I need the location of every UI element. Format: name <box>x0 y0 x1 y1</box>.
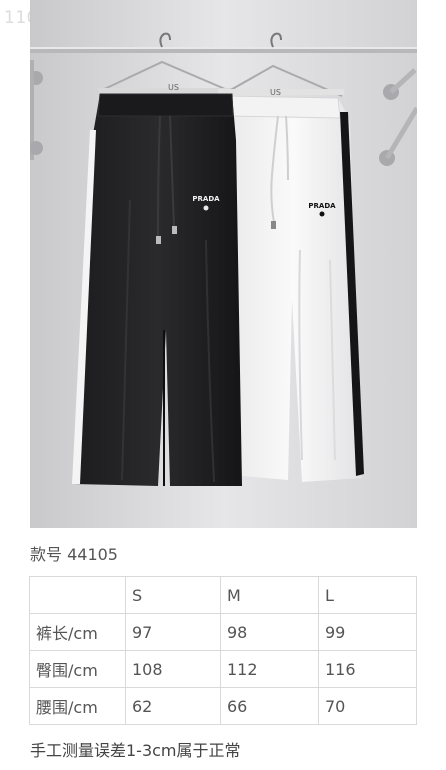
size-table-header-cell: S <box>125 576 221 614</box>
product-photo: US US PRADA PRADA <box>30 0 417 528</box>
hanger-tag-white: US <box>270 88 281 97</box>
size-table-header-cell: L <box>318 576 417 614</box>
table-cell: 66 <box>220 687 319 725</box>
style-number: 款号 44105 <box>30 545 118 564</box>
hanger-tag-black: US <box>168 83 179 92</box>
table-row: 裤长/cm 97 98 99 <box>29 613 417 651</box>
size-table-header-row: S M L <box>29 576 417 614</box>
table-cell: 99 <box>318 613 417 651</box>
table-cell: 116 <box>318 650 417 688</box>
black-trousers: PRADA <box>72 93 242 486</box>
size-table-header-cell <box>29 576 126 614</box>
size-table: S M L 裤长/cm 97 98 99 臀围/cm 108 112 116 腰… <box>29 576 417 725</box>
row-label: 腰围/cm <box>29 687 126 725</box>
black-trousers-logo: PRADA <box>192 195 220 203</box>
table-cell: 97 <box>125 613 221 651</box>
row-label: 臀围/cm <box>29 650 126 688</box>
table-cell: 112 <box>220 650 319 688</box>
table-cell: 98 <box>220 613 319 651</box>
table-cell: 62 <box>125 687 221 725</box>
table-cell: 108 <box>125 650 221 688</box>
measurement-note: 手工测量误差1-3cm属于正常 <box>30 741 241 760</box>
size-table-header-cell: M <box>220 576 319 614</box>
white-trousers-logo: PRADA <box>308 202 336 210</box>
table-cell: 70 <box>318 687 417 725</box>
table-row: 臀围/cm 108 112 116 <box>29 650 417 688</box>
row-label: 裤长/cm <box>29 613 126 651</box>
table-row: 腰围/cm 62 66 70 <box>29 687 417 725</box>
